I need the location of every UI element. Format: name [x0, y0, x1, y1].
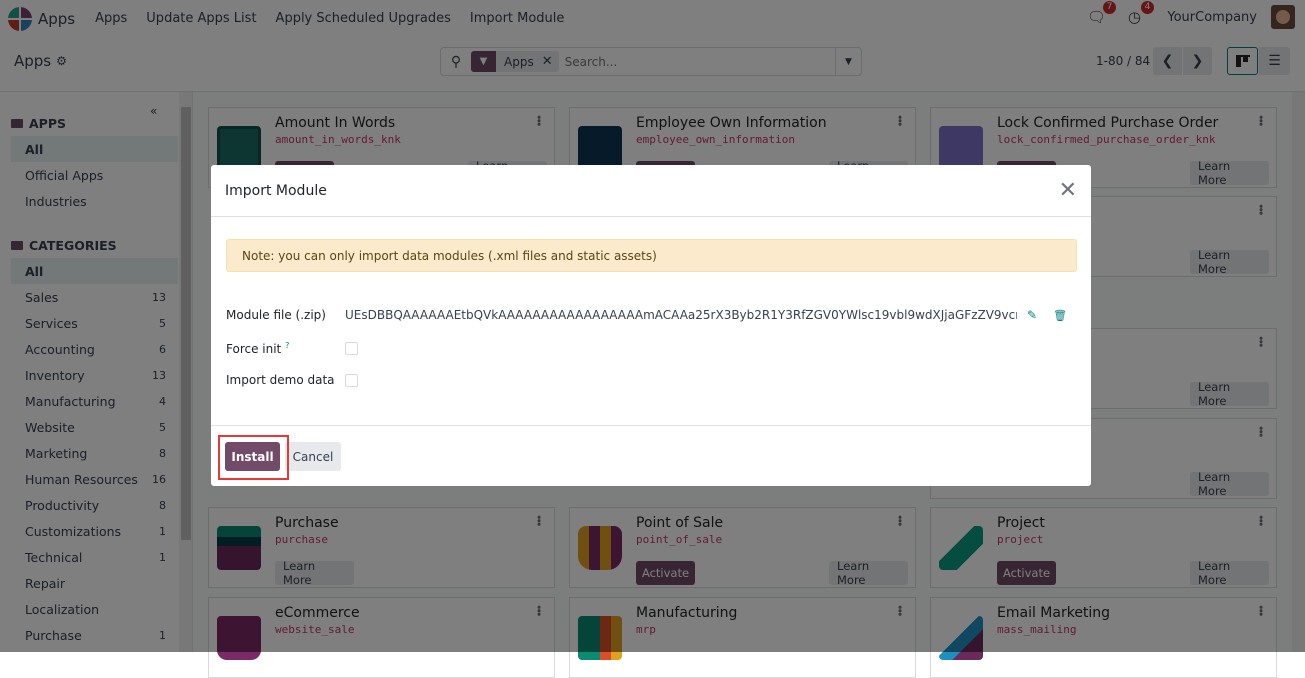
- force-init-text: Force init: [226, 342, 282, 356]
- module-file-row: Module file (.zip) UEsDBBQAAAAAAEtbQVkAA…: [226, 308, 1067, 322]
- pencil-icon[interactable]: ✎: [1027, 308, 1037, 322]
- note-alert: Note: you can only import data modules (…: [226, 239, 1077, 272]
- force-init-row: Force init ?: [226, 341, 358, 356]
- dialog-footer: Install Cancel: [211, 425, 1091, 486]
- import-demo-row: Import demo data: [226, 373, 358, 387]
- dialog-title: Import Module: [225, 182, 327, 199]
- import-demo-label: Import demo data: [226, 373, 335, 387]
- help-tooltip-icon[interactable]: ?: [285, 341, 289, 350]
- import-demo-checkbox[interactable]: [345, 373, 358, 387]
- force-init-label: Force init ?: [226, 341, 345, 356]
- dialog-header: Import Module ✕: [211, 165, 1091, 217]
- cancel-button[interactable]: Cancel: [285, 442, 341, 471]
- import-module-dialog: Import Module ✕ Note: you can only impor…: [211, 165, 1091, 486]
- module-file-label: Module file (.zip): [226, 308, 326, 322]
- trash-icon[interactable]: 🗑: [1053, 309, 1067, 322]
- install-button[interactable]: Install: [225, 442, 280, 471]
- module-file-value: UEsDBBQAAAAAAEtbQVkAAAAAAAAAAAAAAAAAmACA…: [345, 308, 1017, 322]
- force-init-checkbox[interactable]: [345, 342, 358, 355]
- close-icon[interactable]: ✕: [1059, 178, 1077, 203]
